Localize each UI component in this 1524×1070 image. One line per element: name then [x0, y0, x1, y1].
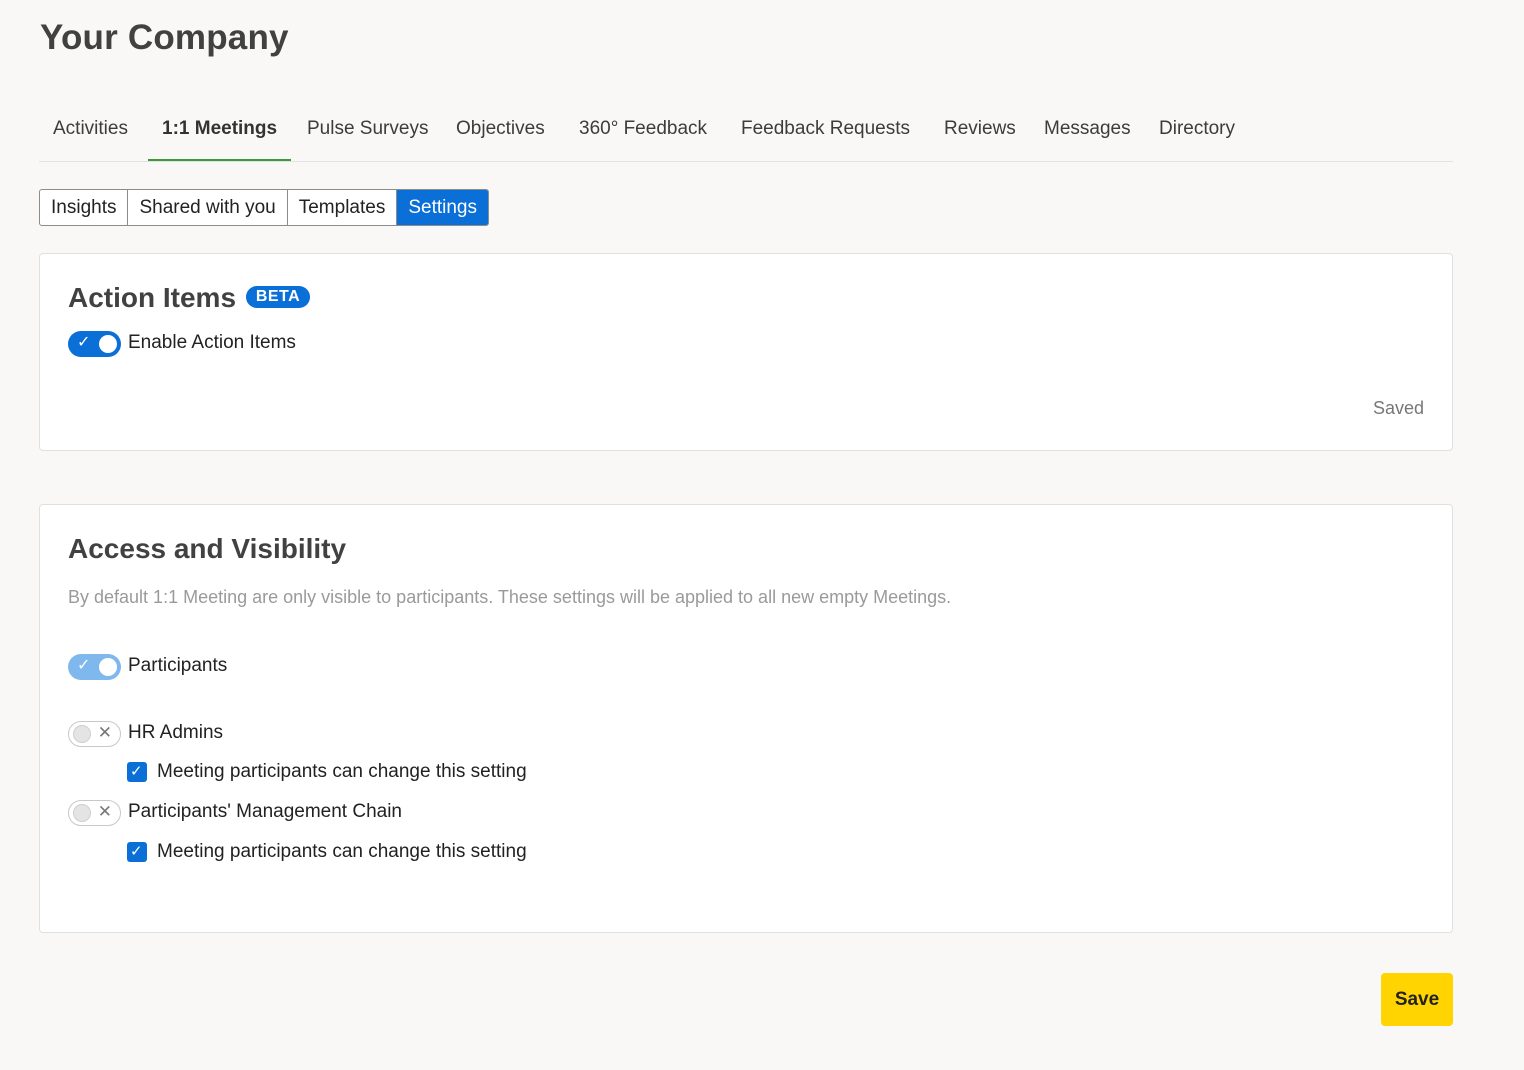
tab-1-1-meetings-label: 1:1 Meetings — [162, 118, 278, 139]
tab-feedback-requests[interactable]: Feedback Requests — [741, 118, 910, 160]
close-icon: ✕ — [97, 802, 112, 821]
subtab-settings[interactable]: Settings — [397, 190, 488, 225]
company-title: Your Company — [40, 18, 289, 57]
toggle-knob — [99, 658, 117, 676]
management-chain-label: Participants' Management Chain — [128, 801, 402, 822]
participants-toggle: ✓ — [68, 654, 121, 680]
tab-activities[interactable]: Activities — [53, 118, 128, 160]
check-icon: ✓ — [77, 334, 91, 351]
tab-objectives[interactable]: Objectives — [456, 118, 545, 160]
hr-admins-label: HR Admins — [128, 722, 224, 743]
action-items-title-text: Action Items — [68, 282, 237, 313]
management-chain-checkbox-label: Meeting participants can change this set… — [157, 841, 527, 862]
action-items-card: Action Items BETA ✓ Enable Action Items … — [39, 253, 1453, 451]
management-chain-toggle[interactable]: ✕ — [68, 800, 121, 826]
save-button[interactable]: Save — [1381, 973, 1453, 1026]
sub-tab-group: Insights Shared with you Templates Setti… — [39, 189, 489, 226]
tab-360-feedback[interactable]: 360° Feedback — [579, 118, 707, 160]
hr-admins-checkbox[interactable]: ✓ — [127, 762, 147, 782]
management-chain-checkbox[interactable]: ✓ — [127, 842, 147, 862]
tab-messages[interactable]: Messages — [1044, 118, 1131, 160]
toggle-knob — [99, 335, 117, 353]
toggle-knob — [73, 804, 91, 822]
beta-badge: BETA — [245, 285, 311, 308]
main-tab-bar: Activities 1:1 Meetings Pulse Surveys Ob… — [39, 104, 1453, 162]
access-visibility-title: Access and Visibility — [68, 533, 347, 564]
check-icon: ✓ — [130, 763, 143, 780]
access-visibility-description: By default 1:1 Meeting are only visible … — [68, 587, 952, 607]
active-tab-underline — [148, 159, 292, 161]
subtab-shared-with-you[interactable]: Shared with you — [128, 190, 288, 225]
participants-label: Participants — [128, 655, 228, 676]
tab-directory[interactable]: Directory — [1159, 118, 1235, 160]
access-visibility-card: Access and Visibility By default 1:1 Mee… — [39, 504, 1453, 933]
check-icon: ✓ — [130, 843, 143, 860]
check-icon: ✓ — [77, 657, 91, 674]
subtab-templates[interactable]: Templates — [288, 190, 398, 225]
action-items-title: Action Items BETA — [68, 282, 311, 314]
close-icon: ✕ — [97, 723, 112, 742]
hr-admins-toggle[interactable]: ✕ — [68, 721, 121, 747]
subtab-insights[interactable]: Insights — [40, 190, 129, 225]
tab-1-1-meetings[interactable]: 1:1 Meetings — [148, 118, 292, 161]
enable-action-items-label: Enable Action Items — [128, 332, 296, 353]
hr-admins-checkbox-label: Meeting participants can change this set… — [157, 761, 527, 782]
toggle-knob — [73, 725, 91, 743]
tab-reviews[interactable]: Reviews — [944, 118, 1016, 160]
tab-pulse-surveys[interactable]: Pulse Surveys — [307, 118, 428, 160]
saved-status: Saved — [1372, 398, 1424, 418]
enable-action-items-toggle[interactable]: ✓ — [68, 331, 121, 357]
